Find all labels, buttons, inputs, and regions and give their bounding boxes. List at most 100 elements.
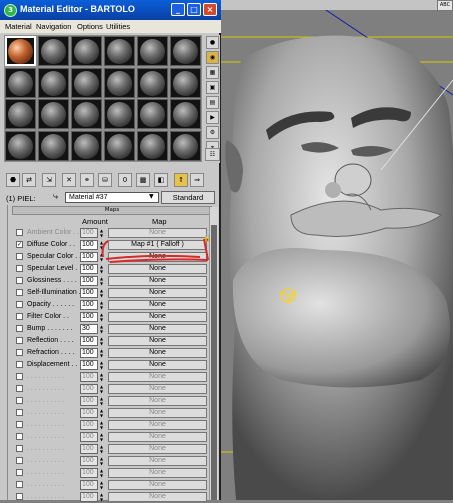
amount-spinner[interactable]: ▲ ▼ (100, 420, 105, 430)
material-slot[interactable] (5, 67, 36, 98)
map-amount-field[interactable]: 100 (80, 348, 98, 358)
map-enable-checkbox[interactable] (16, 313, 23, 320)
sample-type-icon[interactable]: ● (206, 36, 219, 49)
map-amount-field[interactable]: 100 (80, 288, 98, 298)
amount-spinner[interactable]: ▲ ▼ (100, 432, 105, 442)
amount-spinner[interactable]: ▲ ▼ (100, 336, 105, 346)
map-enable-checkbox[interactable] (16, 469, 23, 476)
amount-spinner[interactable]: ▲ ▼ (100, 396, 105, 406)
amount-spinner[interactable]: ▲ ▼ (100, 240, 105, 250)
material-slot[interactable] (38, 67, 69, 98)
map-slot-button[interactable]: None (108, 480, 207, 490)
amount-spinner[interactable]: ▲ ▼ (100, 456, 105, 466)
menu-material[interactable]: Material (5, 22, 32, 31)
amount-spinner[interactable]: ▲ ▼ (100, 372, 105, 382)
map-amount-field[interactable]: 100 (80, 252, 98, 262)
material-slot[interactable] (170, 130, 201, 161)
backlight-icon[interactable]: ◉ (206, 51, 219, 64)
map-enable-checkbox[interactable] (16, 433, 23, 440)
title-bar[interactable]: 3 Material Editor - BARTOLO _ □ × (0, 0, 221, 20)
amount-spinner[interactable]: ▲ ▼ (100, 228, 105, 238)
map-enable-checkbox[interactable] (16, 481, 23, 488)
map-slot-button[interactable]: None (108, 408, 207, 418)
material-slot[interactable] (5, 99, 36, 129)
map-slot-button[interactable]: None (108, 276, 207, 286)
map-enable-checkbox[interactable] (16, 361, 23, 368)
make-unique-icon[interactable]: ⚭ (80, 173, 94, 187)
menu-options[interactable]: Options (77, 22, 103, 31)
amount-spinner[interactable]: ▲ ▼ (100, 264, 105, 274)
material-id-icon[interactable]: 0 (118, 173, 132, 187)
amount-spinner[interactable]: ▲ ▼ (100, 252, 105, 262)
map-enable-checkbox[interactable] (16, 349, 23, 356)
map-slot-button[interactable]: None (108, 468, 207, 478)
map-enable-checkbox[interactable] (16, 325, 23, 332)
menu-navigation[interactable]: Navigation (36, 22, 71, 31)
map-enable-checkbox[interactable] (16, 409, 23, 416)
map-slot-button[interactable]: None (108, 300, 207, 310)
material-slot[interactable] (71, 36, 102, 66)
background-icon[interactable]: ▦ (206, 66, 219, 79)
amount-spinner[interactable]: ▲ ▼ (100, 288, 105, 298)
map-slot-button[interactable]: None (108, 372, 207, 382)
map-enable-checkbox[interactable] (16, 373, 23, 380)
map-amount-field[interactable]: 100 (80, 480, 98, 490)
material-slot[interactable] (38, 36, 69, 66)
material-type-button[interactable]: Standard (161, 191, 215, 204)
menu-utilities[interactable]: Utilities (106, 22, 130, 31)
material-navigator-icon[interactable]: ☷ (205, 148, 220, 161)
map-slot-button[interactable]: None (108, 492, 207, 502)
maps-rollout-header[interactable]: Maps (12, 206, 212, 215)
map-slot-button[interactable]: None (108, 252, 207, 262)
go-to-parent-icon[interactable]: ⇑ (174, 173, 188, 187)
go-forward-icon[interactable]: ⇒ (190, 173, 204, 187)
material-slot[interactable] (170, 36, 201, 66)
amount-spinner[interactable]: ▲ ▼ (100, 360, 105, 370)
amount-spinner[interactable]: ▲ ▼ (100, 480, 105, 490)
map-amount-field[interactable]: 100 (80, 396, 98, 406)
map-enable-checkbox[interactable]: ✓ (16, 241, 23, 248)
options-icon[interactable]: ⚙ (206, 126, 219, 139)
put-to-library-icon[interactable]: ⛁ (98, 173, 112, 187)
map-amount-field[interactable]: 100 (80, 456, 98, 466)
map-amount-field[interactable]: 100 (80, 408, 98, 418)
map-amount-field[interactable]: 100 (80, 444, 98, 454)
show-map-icon[interactable]: ▩ (136, 173, 150, 187)
map-enable-checkbox[interactable] (16, 337, 23, 344)
material-slot[interactable] (71, 130, 102, 161)
map-slot-button[interactable]: None (108, 432, 207, 442)
close-icon[interactable]: × (203, 3, 217, 16)
material-slot[interactable] (104, 130, 135, 161)
map-slot-button[interactable]: None (108, 384, 207, 394)
map-enable-checkbox[interactable] (16, 301, 23, 308)
material-slot[interactable] (104, 36, 135, 66)
amount-spinner[interactable]: ▲ ▼ (100, 276, 105, 286)
maximize-icon[interactable]: □ (187, 3, 201, 16)
assign-to-selection-icon[interactable]: ⇲ (42, 173, 56, 187)
chevron-down-icon[interactable]: ▼ (149, 193, 154, 200)
material-slot[interactable] (137, 36, 168, 66)
map-amount-field[interactable]: 100 (80, 228, 98, 238)
map-amount-field[interactable]: 100 (80, 372, 98, 382)
reset-icon[interactable]: ✕ (62, 173, 76, 187)
map-amount-field[interactable]: 30 (80, 324, 98, 334)
map-amount-field[interactable]: 100 (80, 312, 98, 322)
map-enable-checkbox[interactable] (16, 493, 23, 500)
amount-spinner[interactable]: ▲ ▼ (100, 348, 105, 358)
viewcube-tab[interactable]: ABC (437, 0, 453, 11)
map-enable-checkbox[interactable] (16, 397, 23, 404)
map-amount-field[interactable]: 100 (80, 384, 98, 394)
viewport[interactable]: ABC (221, 0, 453, 500)
make-preview-icon[interactable]: ▶ (206, 111, 219, 124)
map-enable-checkbox[interactable] (16, 457, 23, 464)
amount-spinner[interactable]: ▲ ▼ (100, 324, 105, 334)
map-slot-button[interactable]: None (108, 348, 207, 358)
map-enable-checkbox[interactable] (16, 289, 23, 296)
material-slot[interactable] (104, 99, 135, 129)
material-slot[interactable] (5, 36, 36, 66)
video-color-check-icon[interactable]: ▤ (206, 96, 219, 109)
material-name-field[interactable]: Material #37 (65, 192, 159, 203)
map-slot-button[interactable]: None (108, 420, 207, 430)
map-amount-field[interactable]: 100 (80, 468, 98, 478)
get-material-icon[interactable]: ⬣ (6, 173, 20, 187)
